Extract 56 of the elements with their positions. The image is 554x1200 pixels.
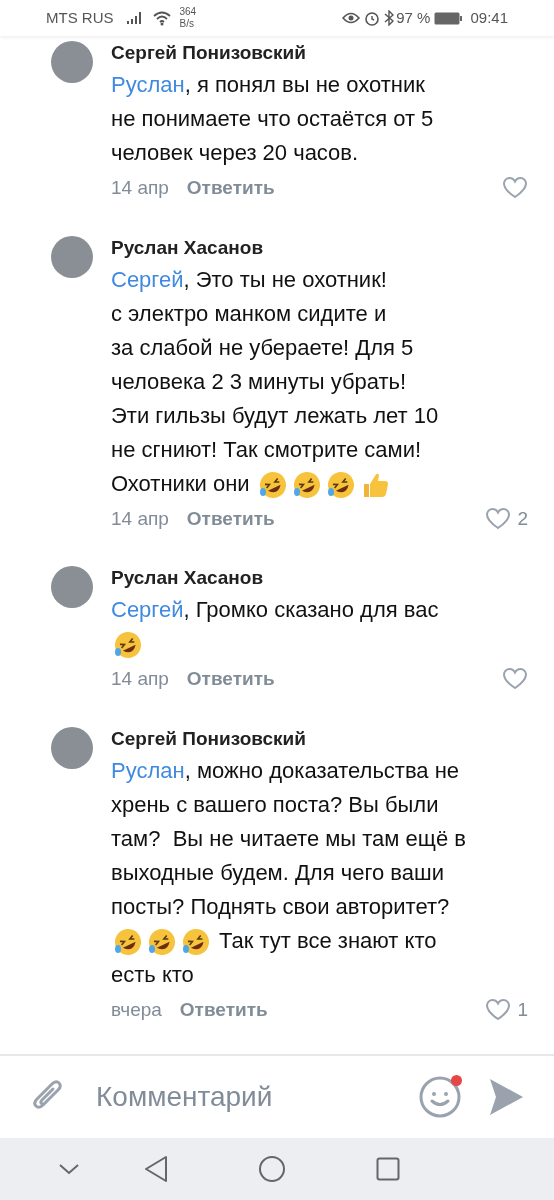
mention-link[interactable]: Руслан (111, 757, 185, 783)
comment-text: Сергей, Громко сказано для вас (111, 593, 439, 661)
laughing-emoji-icon (113, 630, 143, 661)
comment-date: 14 апр (111, 667, 169, 691)
author-name[interactable]: Сергей Понизовский (111, 40, 528, 66)
emoji-button[interactable] (418, 1075, 462, 1119)
avatar[interactable] (51, 235, 93, 278)
reply-link[interactable]: Ответить (186, 665, 275, 694)
like-count: 1 (517, 997, 528, 1022)
alarm-icon (364, 10, 381, 26)
comment-date: вчера (111, 997, 162, 1022)
heart-icon[interactable] (502, 667, 528, 692)
mention-link[interactable]: Сергей (111, 266, 184, 292)
laughing-emoji-icon (325, 469, 356, 500)
laughing-emoji-icon (181, 926, 211, 957)
avatar[interactable] (51, 41, 93, 83)
avatar[interactable] (51, 566, 93, 608)
reply-link[interactable]: Ответить (179, 995, 268, 1024)
heart-icon[interactable] (502, 176, 528, 201)
comment-text: Сергей, Это ты не охотник! с электро манком сидите и за слабой не убераете! Для 5 человека 2 3 минуты убрать! Эти гильзы будут лежать лет 10 не сгниют! Так смотрите сами! Охотники они (111, 262, 439, 501)
author-name[interactable]: Руслан Хасанов (111, 234, 528, 261)
eye-icon (342, 12, 361, 24)
comment-text: Руслан, я понял вы не охотник не понимаете что остаётся от 5 человек через 20 часов. (111, 71, 434, 167)
laughing-emoji-icon (113, 926, 143, 957)
like-count: 2 (517, 506, 528, 531)
mention-link[interactable]: Сергей (111, 597, 184, 622)
laughing-emoji-icon (257, 469, 288, 500)
author-name[interactable]: Руслан Хасанов (111, 565, 528, 591)
battery-icon (434, 11, 463, 25)
avatar[interactable] (51, 726, 93, 769)
clock-time: 09:41 (470, 7, 508, 28)
network-speed: 364 (179, 6, 197, 18)
speed-unit: B/s (179, 18, 195, 30)
mention-link[interactable]: Руслан (111, 72, 185, 97)
comment-input[interactable]: Комментарий (96, 1076, 410, 1118)
reply-link[interactable]: Ответить (186, 504, 275, 533)
battery-percent: 97 % (396, 7, 431, 28)
carrier-name: MTS RUS (46, 7, 114, 28)
recents-icon[interactable] (376, 1157, 400, 1181)
author-name[interactable]: Сергей Понизовский (111, 725, 528, 752)
laughing-emoji-icon (291, 469, 322, 500)
signal-icon (125, 11, 144, 25)
comment-date: 14 апр (111, 506, 169, 531)
smiley-icon (418, 1075, 462, 1119)
wifi-icon (151, 10, 172, 26)
bluetooth-icon (384, 10, 395, 26)
home-icon[interactable] (258, 1155, 286, 1183)
heart-icon[interactable] (485, 997, 512, 1022)
reply-link[interactable]: Ответить (186, 174, 275, 203)
back-icon[interactable] (144, 1155, 168, 1183)
heart-icon[interactable] (485, 506, 512, 531)
send-icon[interactable] (488, 1077, 524, 1117)
chevron-down-icon[interactable] (58, 1162, 80, 1176)
laughing-emoji-icon (147, 926, 177, 957)
comment-text: Руслан, можно доказательства не хрень с вашего поста? Вы были там? Вы не читаете мы там ещё в выходные будем. Для чего ваши посты? Поднять свои авторитет? Так тут все знают кто есть кто (111, 756, 466, 989)
comment-date: 14 апр (111, 176, 169, 200)
